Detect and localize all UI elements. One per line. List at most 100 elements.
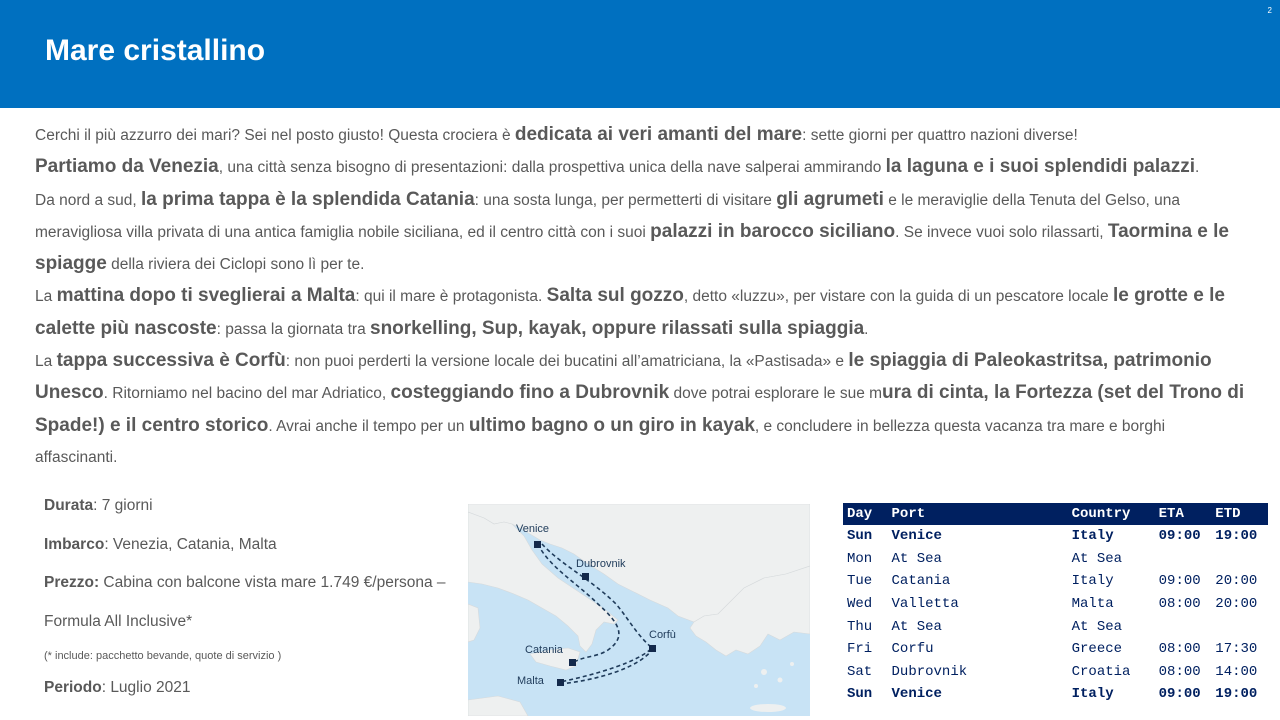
itinerary-cell-etd: 20:00 [1215,596,1258,613]
body-text-run: , una città senza bisogno di presentazio… [218,159,886,177]
durata-label: Durata [44,497,94,514]
marker-venice [534,541,541,548]
itinerary-cell-port: At Sea [891,618,942,635]
island [754,684,758,688]
body-text-run: . [864,320,869,338]
prezzo-label: Prezzo: [44,574,100,591]
highlight-text: mattina dopo ti sveglierai a Malta [56,285,356,307]
itinerary-cell-day: Thu [847,618,873,635]
include-note: (* include: pacchetto bevande, quote di … [44,650,282,662]
highlight-text: gli agrumeti [776,188,884,210]
itinerary-cell-eta: 09:00 [1158,573,1201,590]
header-day: Day [843,503,888,525]
highlight-text: ultimo bagno o un giro in kayak [468,414,755,436]
label-venice: Venice [516,523,549,535]
itinerary-cell-country: At Sea [1071,550,1123,567]
description-text: Cerchi il più azzurro dei mari? Sei nel … [35,119,1245,473]
body-text-run: : qui il mare è protagonista. [355,288,547,306]
body-text-run: Cerchi il più azzurro dei mari? Sei nel … [35,127,515,144]
body-text-run: . Ritorniamo nel bacino del mar Adriatic… [103,385,391,403]
itinerary-cell-day: Tue [847,573,873,590]
highlight-text: Partiamo da Venezia [35,156,219,178]
itinerary-cell-day: Sun [847,686,873,703]
highlight-text: Salta sul gozzo [546,285,684,307]
body-text-run: : passa la giornata tra [216,320,370,338]
body-text-run: della riviera dei Ciclopi sono lì per te… [106,256,365,274]
itinerary-cell-eta [1155,548,1212,571]
itinerary-cell-port: Venice [891,528,942,545]
route-map-svg: Venice Dubrovnik Corfù Catania Malta [468,504,810,716]
periodo-line: Periodo: Luglio 2021 [44,674,464,713]
itinerary-cell-port: Venice [891,686,942,703]
itinerary-cell-country: Malta [1071,596,1114,613]
island [777,677,783,683]
slide-header: Mare cristallino 2 [0,0,1280,108]
body-text-run: Da nord a sud, [35,191,141,209]
itinerary-cell-country: Italy [1071,528,1114,545]
island [790,662,794,666]
itinerary-cell-etd [1211,615,1268,638]
label-malta: Malta [517,675,545,687]
marker-corfu [649,645,656,652]
itinerary-row: Sun Venice Italy 09:00 19:00 [843,525,1268,548]
itinerary-cell-day: Sun [847,528,873,545]
paragraph-catania: Da nord a sud, la prima tappa è la splen… [35,184,1245,281]
itinerary-cell-country: Italy [1071,573,1114,590]
itinerary-header-row: Day Port Country ETA ETD [843,503,1268,525]
highlight-text: costeggiando fino a Dubrovnik [390,382,670,404]
prezzo-value: Cabina con balcone vista mare 1.749 €/pe… [99,574,446,591]
itinerary-cell-etd: 17:30 [1215,641,1258,658]
body-text-run: La [35,288,57,306]
itinerary-cell-etd: 14:00 [1215,663,1258,680]
route-map: Venice Dubrovnik Corfù Catania Malta [468,504,810,716]
label-corfu: Corfù [649,629,676,641]
itinerary-row: Fri Corfu Greece 08:00 17:30 [843,638,1268,661]
itinerary-cell-port: Dubrovnik [891,663,968,680]
itinerary-body: Sun Venice Italy 09:00 19:00 Mon At Sea At Sea T… [843,525,1268,706]
imbarco-value: : Venezia, Catania, Malta [104,535,277,553]
slide-title: Mare cristallino [45,34,266,67]
itinerary-cell-country: Greece [1071,641,1123,658]
itinerary-row: Tue Catania Italy 09:00 20:00 [843,570,1268,593]
itinerary-cell-country: Croatia [1071,663,1131,680]
island [761,669,767,675]
itinerary-cell-port: Valletta [891,596,959,613]
itinerary-row: Sun Venice Italy 09:00 19:00 [843,683,1268,706]
body-text-run: . Se invece vuoi solo rilassarti, [895,223,1108,241]
itinerary-cell-eta: 08:00 [1158,596,1201,613]
header-country: Country [1067,503,1155,525]
highlight-text: tappa successiva è Corfù [56,350,286,372]
itinerary-cell-eta: 08:00 [1158,641,1201,658]
imbarco-line: Imbarco: Venezia, Catania, Malta [44,531,464,570]
itinerary-cell-etd [1211,548,1268,571]
body-text-run: . [1195,159,1200,177]
highlight-text: la prima tappa è la splendida Catania [140,188,475,210]
periodo-value: : Luglio 2021 [101,679,191,696]
itinerary-row: Wed Valletta Malta 08:00 20:00 [843,593,1268,616]
body-text-run: . Avrai anche il tempo per un [268,417,469,435]
marker-catania [569,659,576,666]
body-text-run: La [35,353,57,371]
highlight-text: snorkelling, Sup, kayak, oppure rilassat… [370,317,865,339]
itinerary-table: Day Port Country ETA ETD Sun Venice Italy 0… [843,503,1268,706]
itinerary-cell-day: Fri [847,641,873,658]
itinerary-row: Sat Dubrovnik Croatia 08:00 14:00 [843,661,1268,684]
paragraph-malta: La mattina dopo ti sveglierai a Malta: q… [35,280,1245,345]
label-dubrovnik: Dubrovnik [576,558,626,570]
paragraph-corfu-dubrovnik: La tappa successiva è Corfù: non puoi pe… [35,345,1245,473]
itinerary-cell-etd: 20:00 [1215,573,1258,590]
marker-dubrovnik [582,573,589,580]
highlight-text: la laguna e i suoi splendidi palazzi [885,156,1195,178]
periodo-label: Periodo [44,679,102,696]
itinerary-cell-eta: 08:00 [1158,663,1201,680]
slide-number: 2 [1267,6,1272,15]
itinerary-cell-port: At Sea [891,550,942,567]
marker-malta [557,679,564,686]
durata-value: : 7 giorni [93,497,153,514]
durata-line: Durata: 7 giorni [44,492,464,531]
itinerary-row: Mon At Sea At Sea [843,548,1268,571]
trip-info: Durata: 7 giorni Imbarco: Venezia, Catan… [44,492,464,713]
itinerary-cell-day: Mon [847,550,873,567]
header-eta: ETA [1154,503,1212,525]
body-text-run: : una sosta lunga, per permetterti di vi… [474,191,777,209]
